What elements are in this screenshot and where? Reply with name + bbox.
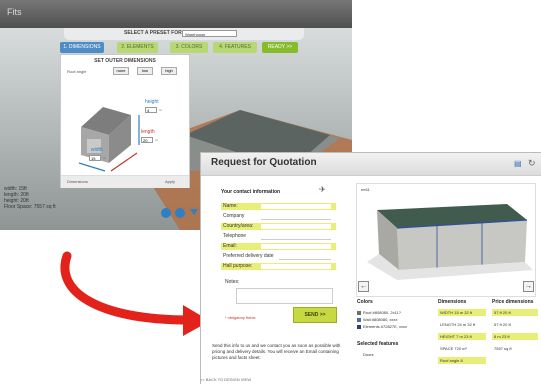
building-preview-image bbox=[367, 204, 533, 280]
color-roof-label: Roof #808080, 2x11? bbox=[363, 310, 401, 315]
form-row-hall-purpose: Hall purpose: bbox=[221, 263, 336, 270]
width-input[interactable]: 15 bbox=[89, 155, 101, 161]
dim-height: HEIGHT 7 m 23 ft bbox=[438, 333, 486, 340]
roof-low-button[interactable]: low bbox=[137, 67, 153, 75]
info-text: Send this info to us and we contact you … bbox=[212, 343, 341, 360]
app-topbar: Fits bbox=[0, 0, 352, 28]
color-elements: Elements #72827E, xxxx bbox=[357, 324, 407, 329]
dim-space: SPACE 720 m² bbox=[438, 345, 486, 352]
notes-label: Notes: bbox=[225, 279, 240, 285]
footer-dimensions-label: Dimensions bbox=[67, 179, 88, 184]
height-input[interactable]: 4 bbox=[145, 107, 157, 113]
dimensions-heading: Dimensions bbox=[438, 299, 467, 305]
building-diagram bbox=[78, 107, 140, 172]
preset-select[interactable]: Warehouse bbox=[182, 30, 237, 37]
features-heading: Selected features bbox=[357, 341, 399, 347]
tab-elements[interactable]: 2. ELEMENTS bbox=[117, 42, 158, 53]
price-height: 8 m 23 ft bbox=[492, 333, 538, 340]
tab-dimensions[interactable]: 1. DIMENSIONS bbox=[60, 42, 104, 53]
stat-floor-space: Floor Space: 7557 sq ft bbox=[4, 204, 56, 210]
close-icon[interactable]: ↻ bbox=[528, 158, 536, 169]
rfq-title: Request for Quotation bbox=[211, 157, 317, 168]
width-label: width bbox=[91, 147, 103, 153]
width-unit: m bbox=[103, 156, 106, 160]
company-label: Company bbox=[223, 213, 245, 219]
panel-footer: Dimensions Apply bbox=[61, 175, 189, 188]
height-label: height bbox=[145, 99, 159, 105]
tab-ready[interactable]: READY >> bbox=[262, 42, 298, 53]
email-input[interactable] bbox=[261, 244, 331, 249]
delivery-label: Preferred delivery date bbox=[223, 253, 274, 259]
preset-bar: SELECT A PRESET FOR BIG: Warehouse bbox=[64, 28, 304, 40]
color-elements-label: Elements #72827E, xxxx bbox=[363, 324, 408, 329]
mandatory-note: * obligatory fields bbox=[225, 315, 256, 320]
telephone-label: Telephone bbox=[223, 233, 247, 239]
tab-features[interactable]: 4. FEATURES bbox=[213, 42, 257, 53]
curved-arrow-icon bbox=[60, 251, 210, 336]
next-arrow-button[interactable]: → bbox=[523, 281, 534, 292]
price-dimensions-heading: Price dimensions bbox=[492, 299, 534, 305]
notes-textarea[interactable] bbox=[236, 288, 333, 304]
form-row-country: Country/area: bbox=[221, 223, 336, 230]
satellite-icon: ✈ bbox=[319, 185, 326, 194]
company-input[interactable] bbox=[261, 214, 331, 220]
app-title: Fits bbox=[7, 7, 22, 17]
send-button[interactable]: SEND >> bbox=[293, 307, 337, 323]
length-label: length bbox=[141, 129, 155, 135]
form-row-email: Email: bbox=[221, 243, 336, 250]
height-unit: m bbox=[159, 108, 162, 112]
dim-roof-angle: Roof angle 8 bbox=[438, 357, 486, 364]
country-label: Country/area: bbox=[223, 223, 254, 229]
name-input[interactable] bbox=[261, 204, 331, 209]
contact-title: Your contact information bbox=[221, 189, 281, 195]
roof-swatch bbox=[357, 310, 361, 315]
panel-title: SET OUTER DIMENSIONS bbox=[94, 58, 156, 64]
price-width: 57 ft 20 ft bbox=[492, 309, 538, 316]
roof-none-button[interactable]: none bbox=[113, 67, 129, 75]
price-length: 57 ft 20 ft bbox=[492, 321, 538, 328]
contact-form: Your contact information ✈ Name: Company… bbox=[211, 183, 351, 343]
dim-width: WIDTH 15 m 32 ft bbox=[438, 309, 486, 316]
length-input[interactable]: 20 bbox=[141, 137, 153, 143]
building-preview: ee61 bbox=[356, 183, 536, 297]
price-space: 7557 sq ft bbox=[492, 345, 538, 352]
wall-swatch bbox=[357, 317, 361, 322]
back-to-design-link[interactable]: << BACK TO DESIGN VIEW bbox=[200, 377, 251, 382]
colors-heading: Colors bbox=[357, 299, 373, 305]
hall-purpose-input[interactable] bbox=[261, 264, 331, 269]
tab-colors[interactable]: 3. COLORS bbox=[170, 42, 208, 53]
form-row-name: Name: bbox=[221, 203, 336, 210]
email-label: Email: bbox=[223, 243, 237, 249]
roof-high-button[interactable]: high bbox=[161, 67, 177, 75]
print-icon[interactable]: ▤ bbox=[514, 159, 522, 168]
dimensions-panel: SET OUTER DIMENSIONS Roof angle none low… bbox=[60, 54, 190, 188]
delivery-input[interactable] bbox=[279, 254, 331, 260]
form-row-telephone: Telephone bbox=[221, 233, 336, 240]
apply-button[interactable]: Apply bbox=[165, 179, 175, 184]
elements-swatch bbox=[357, 324, 361, 329]
length-unit: m bbox=[155, 138, 158, 142]
telephone-input[interactable] bbox=[261, 234, 331, 240]
form-row-company: Company bbox=[221, 213, 336, 220]
country-input[interactable] bbox=[261, 224, 331, 229]
rfq-header: Request for Quotation ▤ ↻ bbox=[201, 153, 541, 176]
color-roof: Roof #808080, 2x11? bbox=[357, 310, 401, 315]
prev-arrow-button[interactable]: ← bbox=[358, 281, 369, 292]
color-wall-label: Wall #808080, xxxx bbox=[363, 317, 398, 322]
building-stats: width: 15ft length: 20ft height: 20ft Fl… bbox=[4, 186, 56, 210]
color-wall: Wall #808080, xxxx bbox=[357, 317, 398, 322]
name-label: Name: bbox=[223, 203, 238, 209]
form-row-delivery: Preferred delivery date bbox=[221, 253, 336, 260]
feature-doors: Doors bbox=[363, 352, 374, 357]
dim-length: LENGTH 24 m 32 ft bbox=[438, 321, 486, 328]
hall-purpose-label: Hall purpose: bbox=[223, 263, 253, 269]
roof-angle-label: Roof angle bbox=[67, 69, 87, 74]
rfq-window: Request for Quotation ▤ ↻ Your contact i… bbox=[200, 152, 541, 384]
